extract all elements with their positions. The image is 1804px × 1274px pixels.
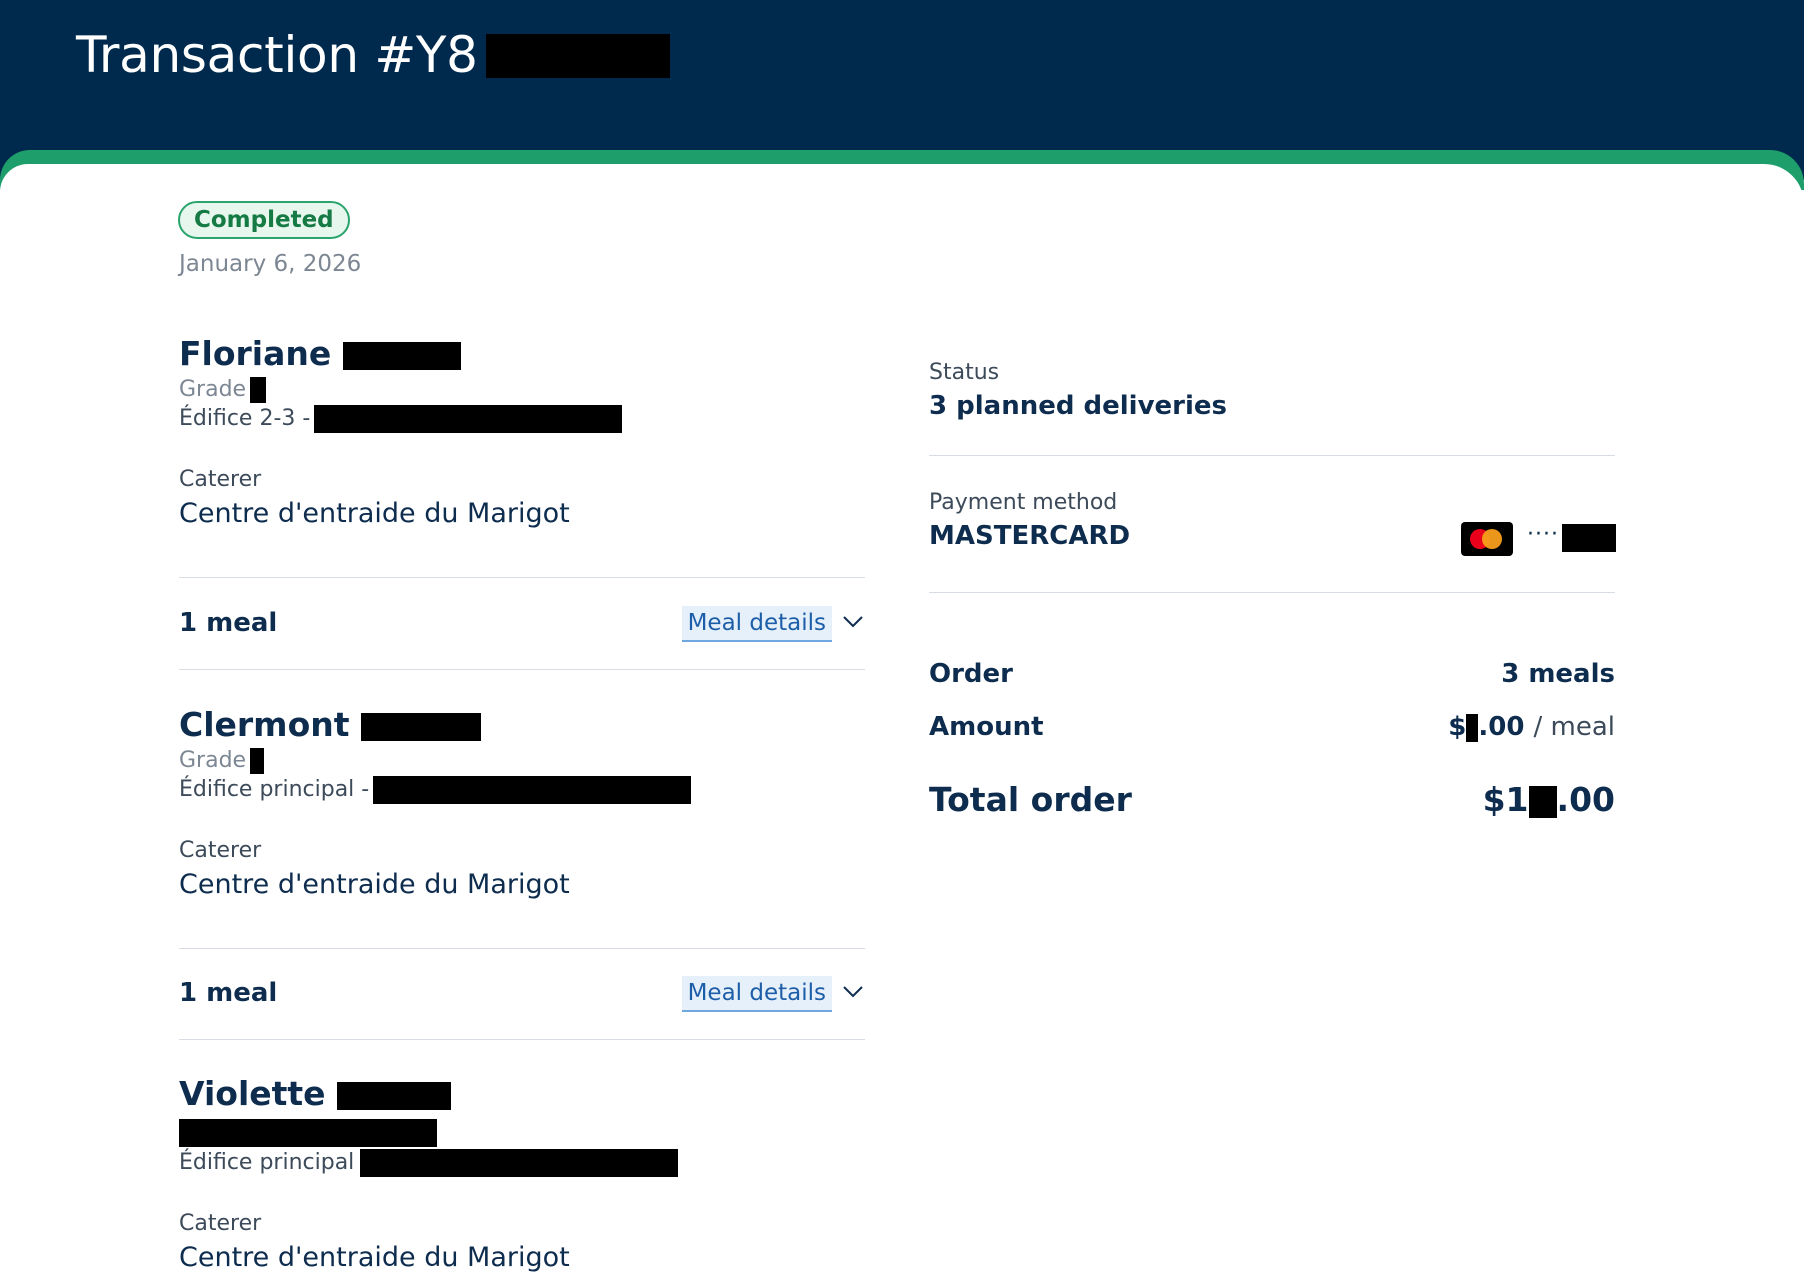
status-block: Status 3 planned deliveries bbox=[929, 360, 1615, 421]
caterer-name: Centre d'entraide du Marigot bbox=[179, 498, 570, 529]
caterer-name: Centre d'entraide du Marigot bbox=[179, 869, 570, 900]
status-label: Status bbox=[929, 360, 1000, 385]
student-name: Violette bbox=[179, 1074, 865, 1113]
redacted-transaction-id bbox=[486, 34, 670, 78]
mastercard-icon bbox=[1461, 522, 1513, 556]
student-card-3: Violette Édifice principal Caterer Centr… bbox=[179, 1074, 865, 1273]
divider bbox=[179, 669, 865, 670]
student-building: Édifice 2-3 - bbox=[179, 405, 865, 433]
student-building: Édifice principal - bbox=[179, 776, 865, 804]
chevron-down-icon[interactable] bbox=[841, 612, 865, 632]
chevron-down-icon[interactable] bbox=[841, 982, 865, 1002]
caterer-label: Caterer bbox=[179, 838, 262, 863]
card-mask: ···· bbox=[1527, 522, 1559, 547]
status-value: 3 planned deliveries bbox=[929, 391, 1228, 421]
divider bbox=[179, 1039, 865, 1040]
amount-label: Amount bbox=[929, 712, 1044, 742]
student-name: Clermont bbox=[179, 705, 865, 744]
order-value: 3 meals bbox=[1501, 659, 1615, 689]
student-grade bbox=[179, 1119, 865, 1147]
student-card-1: Floriane Grade Édifice 2-3 - Caterer Cen… bbox=[179, 334, 865, 529]
amount-value: $ .00 / meal bbox=[1448, 712, 1615, 742]
student-grade: Grade bbox=[179, 377, 865, 403]
meal-count: 1 meal bbox=[179, 978, 278, 1008]
order-label: Order bbox=[929, 659, 1013, 689]
student-grade: Grade bbox=[179, 748, 865, 774]
student-building: Édifice principal bbox=[179, 1149, 865, 1177]
caterer-label: Caterer bbox=[179, 467, 262, 492]
caterer-name: Centre d'entraide du Marigot bbox=[179, 1242, 570, 1273]
payment-label: Payment method bbox=[929, 490, 1118, 515]
status-badge: Completed bbox=[178, 201, 350, 239]
student-name: Floriane bbox=[179, 334, 865, 373]
meal-details-button[interactable]: Meal details bbox=[681, 976, 832, 1012]
total-value: $1.00 bbox=[1482, 780, 1615, 819]
caterer-label: Caterer bbox=[179, 1211, 262, 1236]
divider bbox=[179, 948, 865, 949]
student-card-2: Clermont Grade Édifice principal - Cater… bbox=[179, 705, 865, 900]
meal-row-2: 1 meal Meal details bbox=[179, 976, 865, 1016]
redacted-card-digits bbox=[1562, 524, 1616, 552]
meal-details-button[interactable]: Meal details bbox=[681, 606, 832, 642]
meal-row-1: 1 meal Meal details bbox=[179, 606, 865, 646]
transaction-date: January 6, 2026 bbox=[179, 251, 362, 277]
total-label: Total order bbox=[929, 780, 1132, 819]
divider bbox=[179, 577, 865, 578]
meal-count: 1 meal bbox=[179, 608, 278, 638]
divider bbox=[929, 592, 1615, 593]
divider bbox=[929, 455, 1615, 456]
transaction-title: Transaction #Y8 bbox=[76, 26, 478, 84]
